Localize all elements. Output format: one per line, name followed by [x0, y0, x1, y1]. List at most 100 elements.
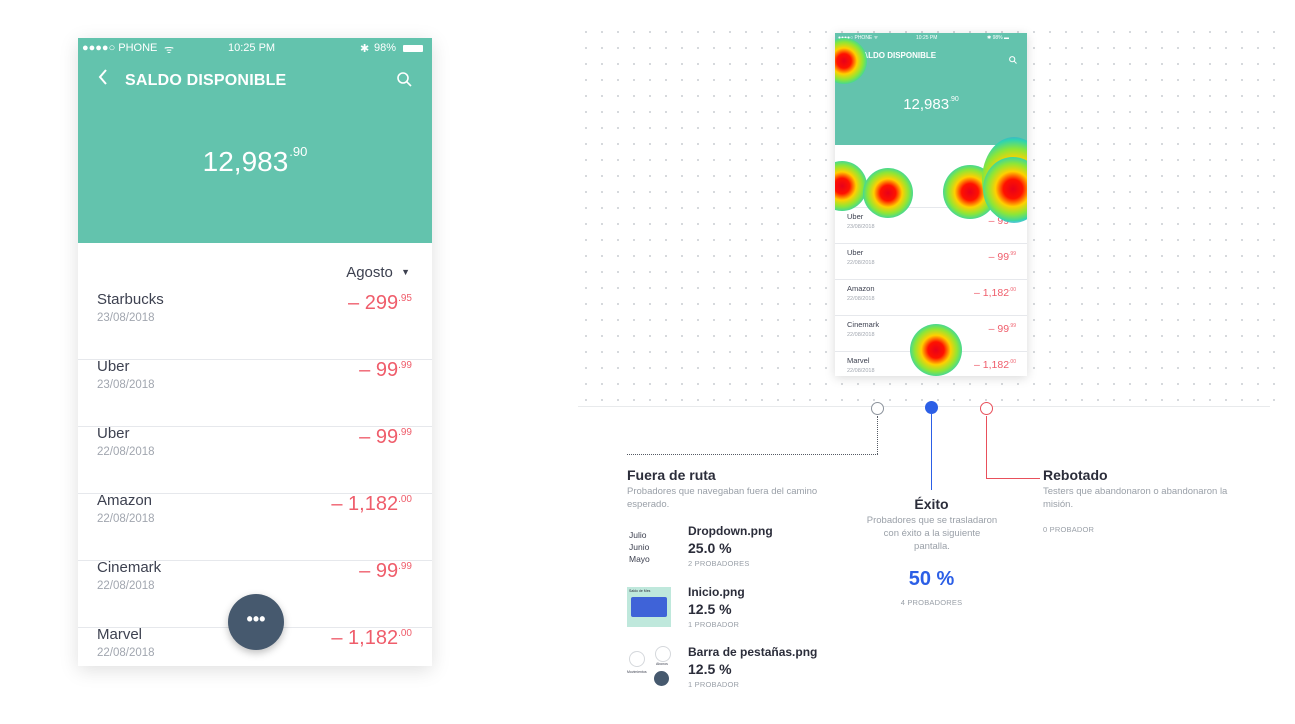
mini-transaction-row: Marvel 22/08/2018 – 1,182.00: [835, 351, 1027, 376]
screen-thumbnail[interactable]: JulioJunioMayoAbril: [627, 522, 671, 566]
bounce-marker[interactable]: [980, 402, 993, 415]
bounce-connector: [986, 416, 987, 478]
divider-line: [578, 406, 1270, 407]
mini-transaction-date: 22/08/2018: [847, 296, 875, 302]
card-icon: [631, 597, 667, 617]
mini-transaction-row: Starbucks 23/08/2018 – 299.95: [835, 171, 1027, 208]
tab-icon: [655, 646, 671, 662]
transaction-name: Amazon: [97, 492, 153, 509]
screen-thumbnail[interactable]: Movimientos Abonos: [627, 643, 671, 687]
thumbnail-text: Movimientos: [627, 670, 647, 674]
screen-tester-count: 1 PROBADOR: [688, 620, 740, 629]
transaction-amount: – 1,182.00: [331, 493, 412, 515]
screen-file-name: Dropdown.png: [688, 524, 773, 538]
off-route-title: Fuera de ruta: [627, 467, 716, 483]
transaction-date: 22/08/2018: [97, 580, 155, 592]
balance-amount: 12,983.90: [202, 144, 308, 177]
month-label: Agosto: [346, 264, 393, 281]
mini-transaction-date: 23/08/2018: [847, 188, 875, 194]
bluetooth-icon: ✱: [360, 43, 370, 55]
month-dropdown[interactable]: Agosto ▼: [346, 264, 410, 281]
mini-transaction-name: Starbucks: [847, 176, 881, 185]
transaction-name: Starbucks: [97, 291, 164, 308]
transaction-date: 23/08/2018: [97, 379, 155, 391]
bounce-connector: [986, 478, 1040, 479]
page-title: SALDO DISPONIBLE: [125, 72, 287, 89]
battery-icon: [403, 45, 423, 52]
bounced-title: Rebotado: [1043, 467, 1108, 483]
mini-header: ●●●●○ PHONE ᯤ 10:25 PM ✱ 98% ▬ SALDO DIS…: [835, 33, 1027, 145]
wifi-icon: ᯤ: [164, 44, 175, 56]
mini-transaction-date: 23/08/2018: [847, 224, 875, 230]
transaction-date: 23/08/2018: [97, 312, 155, 324]
transaction-date: 22/08/2018: [97, 647, 155, 659]
screen-tester-count: 1 PROBADOR: [688, 680, 740, 689]
mini-status-left: ●●●●○ PHONE ᯤ: [838, 35, 879, 41]
screen-thumbnail[interactable]: Saldo de Mes: [627, 583, 671, 627]
success-marker[interactable]: [925, 401, 938, 414]
more-button-icon: [654, 671, 669, 686]
mini-balance: 12,983.90: [903, 96, 959, 113]
caret-down-icon: ▼: [401, 267, 410, 277]
thumbnail-text: Saldo de Mes: [629, 589, 651, 593]
mini-transaction-amount: – 299.95: [982, 179, 1016, 191]
transaction-row[interactable]: Amazon 22/08/2018 – 1,182.00: [78, 492, 432, 561]
mini-transaction-name: Amazon: [847, 284, 875, 293]
transaction-row[interactable]: Starbucks 23/08/2018 – 299.95: [78, 291, 432, 360]
screen-percentage: 12.5 %: [688, 661, 732, 677]
transaction-name: Marvel: [97, 626, 143, 643]
mini-transaction-name: Uber: [847, 248, 864, 257]
off-route-marker[interactable]: [871, 402, 884, 415]
off-route-description: Probadores que navegaban fuera del camin…: [627, 486, 818, 510]
transaction-amount: – 99.99: [359, 359, 412, 381]
mini-transaction-date: 22/08/2018: [847, 260, 875, 266]
transaction-name: Uber: [97, 425, 130, 442]
transaction-row[interactable]: Uber 22/08/2018 – 99.99: [78, 425, 432, 494]
transaction-amount: – 99.99: [359, 426, 412, 448]
battery-level: 98%: [374, 42, 397, 54]
back-chevron-icon[interactable]: [98, 69, 108, 90]
mini-status-time: 10:25 PM: [916, 35, 938, 41]
mini-search-icon: [1009, 51, 1017, 69]
mini-transaction-name: Cinemark: [847, 320, 880, 329]
thumbnail-text: Julio: [629, 530, 647, 540]
mini-transaction-amount: – 99.99: [988, 323, 1016, 335]
success-title: Éxito: [914, 496, 949, 512]
mini-transaction-row: Uber 23/08/2018 – 99.99: [835, 207, 1027, 244]
mini-transaction-row: Amazon 22/08/2018 – 1,182.00: [835, 279, 1027, 316]
transaction-row[interactable]: Uber 23/08/2018 – 99.99: [78, 358, 432, 427]
transaction-amount: – 299.95: [348, 292, 412, 314]
mini-transaction-date: 22/08/2018: [847, 368, 875, 374]
mini-transaction-row: Uber 22/08/2018 – 99.99: [835, 243, 1027, 280]
off-route-connector: [877, 416, 878, 454]
screen-file-name: Barra de pestañas.png: [688, 645, 818, 659]
off-route-connector: [627, 454, 878, 455]
transaction-date: 22/08/2018: [97, 446, 155, 458]
success-percentage: 50 %: [908, 568, 955, 590]
more-actions-button[interactable]: •••: [228, 594, 284, 650]
mini-transaction-amount: – 1,182.00: [974, 359, 1016, 371]
screen-percentage: 25.0 %: [688, 540, 732, 556]
mini-month: Agosto: [992, 157, 1017, 166]
tab-icon: [629, 651, 645, 667]
status-time: 10:25 PM: [228, 42, 276, 54]
bounced-description: Testers que abandonaron o abandonaron la…: [1043, 486, 1228, 510]
search-icon[interactable]: [397, 72, 412, 87]
transaction-amount: – 1,182.00: [331, 627, 412, 649]
success-count: 4 PROBADORES: [900, 598, 963, 607]
mini-transaction-date: 22/08/2018: [847, 332, 875, 338]
mini-transaction-amount: – 99.99: [988, 215, 1016, 227]
success-connector: [931, 414, 932, 490]
mini-transaction-name: Uber: [847, 212, 864, 221]
screen-file-name: Inicio.png: [688, 585, 745, 599]
thumbnail-text: Abonos: [656, 662, 668, 666]
mini-status-right: ✱ 98% ▬: [987, 35, 1009, 41]
mini-transaction-row: Cinemark 22/08/2018 – 99.99: [835, 315, 1027, 352]
transaction-name: Cinemark: [97, 559, 162, 576]
phone-screen: ●●●●○ PHONE ᯤ 10:25 PM ✱ 98% SALDO DISPO…: [78, 38, 432, 666]
screen-percentage: 12.5 %: [688, 601, 732, 617]
mini-transaction-amount: – 99.99: [988, 251, 1016, 263]
mini-transaction-amount: – 1,182.00: [974, 287, 1016, 299]
transaction-date: 22/08/2018: [97, 513, 155, 525]
success-description: Probadores que se trasladaron con éxito …: [866, 515, 998, 552]
